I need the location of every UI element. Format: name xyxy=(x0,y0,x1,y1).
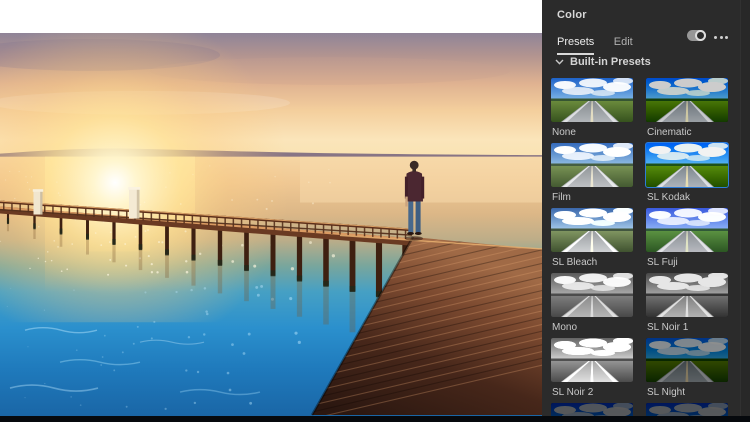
preset-label: None xyxy=(552,127,576,138)
preset-item[interactable]: Mono xyxy=(551,273,633,338)
preset-label: SL Kodak xyxy=(647,192,690,203)
preset-item[interactable]: Film xyxy=(551,143,633,208)
panel-tabs: Presets Edit xyxy=(557,32,648,55)
tab-presets[interactable]: Presets xyxy=(557,36,595,55)
preset-thumbnail[interactable] xyxy=(551,338,633,382)
tab-edit[interactable]: Edit xyxy=(614,36,633,53)
preset-item[interactable]: Cinematic xyxy=(646,78,728,143)
preset-thumbnail[interactable] xyxy=(551,78,633,122)
preset-thumbnail[interactable] xyxy=(551,273,633,317)
bottom-divider xyxy=(0,416,750,422)
preset-item[interactable]: SL Noir 1 xyxy=(646,273,728,338)
preset-thumbnail[interactable] xyxy=(646,78,728,122)
preset-item[interactable]: SL Fuji xyxy=(646,208,728,273)
preset-label: SL Noir 1 xyxy=(647,322,689,333)
preset-thumbnail[interactable] xyxy=(646,208,728,252)
preset-label: SL Bleach xyxy=(552,257,598,268)
preset-label: Mono xyxy=(552,322,578,333)
preset-item[interactable]: SL Bleach xyxy=(551,208,633,273)
preset-label: Cinematic xyxy=(647,127,692,138)
color-enabled-toggle[interactable] xyxy=(687,30,706,41)
color-panel: Color Presets Edit Built-in Presets None… xyxy=(542,0,750,422)
toggle-knob-icon xyxy=(695,30,706,41)
preset-thumbnail[interactable] xyxy=(551,208,633,252)
preset-label: Film xyxy=(552,192,571,203)
preset-label: SL Night xyxy=(647,387,685,398)
preset-thumbnail[interactable] xyxy=(645,142,729,188)
preset-label: SL Noir 2 xyxy=(552,387,594,398)
preset-item[interactable]: SL Night xyxy=(646,338,728,403)
scrollbar-track[interactable] xyxy=(740,0,750,422)
preview-photo xyxy=(0,33,542,416)
preset-thumbnail[interactable] xyxy=(551,143,633,187)
preset-thumbnail[interactable] xyxy=(646,273,728,317)
chevron-down-icon xyxy=(555,59,564,65)
preset-thumbnail[interactable] xyxy=(646,338,728,382)
more-options-icon[interactable] xyxy=(714,33,728,41)
preset-item[interactable]: SL Kodak xyxy=(645,142,729,208)
preset-label: SL Fuji xyxy=(647,257,678,268)
preset-item[interactable]: None xyxy=(551,78,633,143)
preset-grid: None Cinematic Film SL Kodak SL Bleach S… xyxy=(551,78,741,422)
section-label: Built-in Presets xyxy=(570,56,651,68)
panel-title: Color xyxy=(557,9,587,21)
section-builtin-presets[interactable]: Built-in Presets xyxy=(555,56,651,68)
preset-item[interactable]: SL Noir 2 xyxy=(551,338,633,403)
